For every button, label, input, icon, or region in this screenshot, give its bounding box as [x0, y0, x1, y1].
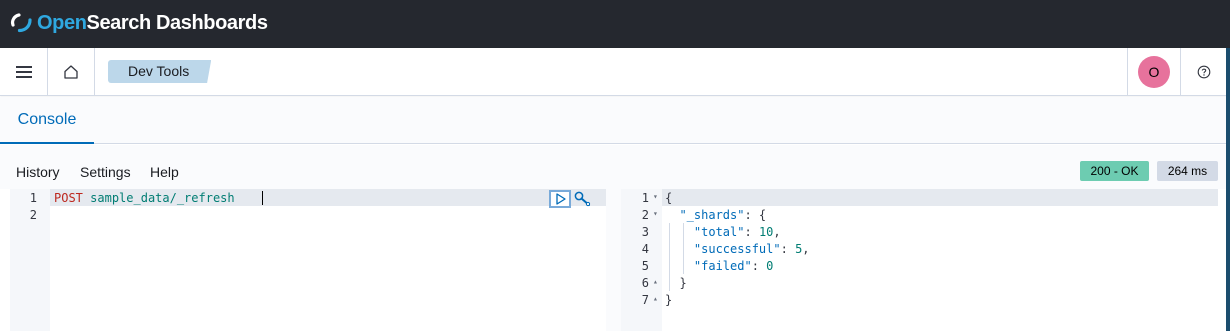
text-cursor — [262, 191, 263, 205]
avatar: O — [1138, 56, 1170, 88]
line-number: 4 — [641, 242, 649, 256]
line-number: 6 — [641, 276, 649, 290]
opensearch-logo-icon — [11, 13, 32, 33]
status-badge: 200 - OK — [1080, 161, 1149, 181]
line-number: 1 — [29, 191, 37, 205]
line-number: 1 — [641, 191, 649, 205]
json-value: 10 — [758, 225, 774, 239]
brand-name-open: Open — [37, 11, 87, 34]
response-line: "_shards": { — [665, 207, 766, 224]
json-key: "successful" — [693, 242, 781, 256]
json-punct: } — [679, 276, 687, 290]
response-line: } — [665, 293, 673, 307]
tab-console[interactable]: Console — [0, 97, 94, 144]
wrench-icon — [574, 191, 591, 207]
nav-bar: Dev Tools O — [0, 48, 1230, 96]
tab-bar: Console — [0, 97, 1226, 144]
json-key: "_shards" — [679, 208, 745, 222]
history-link[interactable]: History — [16, 164, 60, 180]
send-request-button[interactable] — [549, 190, 571, 208]
home-button[interactable] — [48, 48, 95, 96]
line-number: 3 — [641, 225, 649, 239]
top-header: OpenSearch Dashboards — [0, 0, 1230, 48]
hamburger-icon — [15, 63, 32, 81]
request-line: POST sample_data/_refresh — [54, 190, 235, 207]
response-line: "successful": 5, — [693, 242, 810, 256]
help-icon — [1197, 65, 1210, 79]
request-editor[interactable]: 1 2 POST sample_data/_refresh — [10, 189, 606, 331]
request-options-button[interactable] — [573, 190, 593, 208]
play-icon — [556, 193, 566, 205]
fold-close-icon[interactable]: ▴ — [653, 294, 658, 303]
line-number: 5 — [641, 259, 649, 273]
line-number: 2 — [29, 208, 37, 222]
line-number: 2 — [641, 208, 649, 222]
response-line: "failed": 0 — [693, 259, 774, 273]
breadcrumb-dev-tools[interactable]: Dev Tools — [108, 60, 212, 83]
fold-close-icon[interactable]: ▴ — [653, 277, 658, 286]
page-edge-bar — [1226, 48, 1230, 331]
request-time-badge: 264 ms — [1157, 161, 1218, 181]
json-key: "total" — [693, 225, 745, 239]
brand-name: OpenSearch Dashboards — [37, 12, 268, 35]
request-path: sample_data/_refresh — [90, 191, 235, 205]
opensearch-logo[interactable]: OpenSearch Dashboards — [10, 10, 268, 36]
json-key: "failed" — [693, 259, 752, 273]
response-line: { — [665, 191, 673, 205]
brand-name-rest: Search Dashboards — [86, 11, 268, 34]
active-line-highlight — [621, 189, 1218, 206]
fold-open-icon[interactable]: ▾ — [653, 192, 658, 201]
json-value: 5 — [795, 242, 803, 256]
console-toolbar: History Settings Help 200 - OK 264 ms — [0, 145, 1226, 189]
response-line: } — [665, 275, 687, 292]
editor-divider[interactable] — [606, 189, 621, 331]
help-button[interactable] — [1180, 48, 1226, 96]
fold-open-icon[interactable]: ▾ — [653, 209, 658, 218]
json-punct: : { — [744, 208, 767, 222]
help-link[interactable]: Help — [150, 164, 179, 180]
home-icon — [64, 65, 78, 79]
line-number: 7 — [641, 293, 649, 307]
response-line: "total": 10, — [693, 225, 781, 239]
json-value: 0 — [766, 259, 774, 273]
request-method: POST — [54, 191, 83, 205]
user-menu-button[interactable]: O — [1127, 48, 1180, 96]
settings-link[interactable]: Settings — [80, 164, 131, 180]
response-editor[interactable]: 1 2 3 4 5 6 7 ▾ ▾ ▴ ▴ { "_shards": { "to… — [621, 189, 1218, 331]
menu-button[interactable] — [0, 48, 48, 96]
